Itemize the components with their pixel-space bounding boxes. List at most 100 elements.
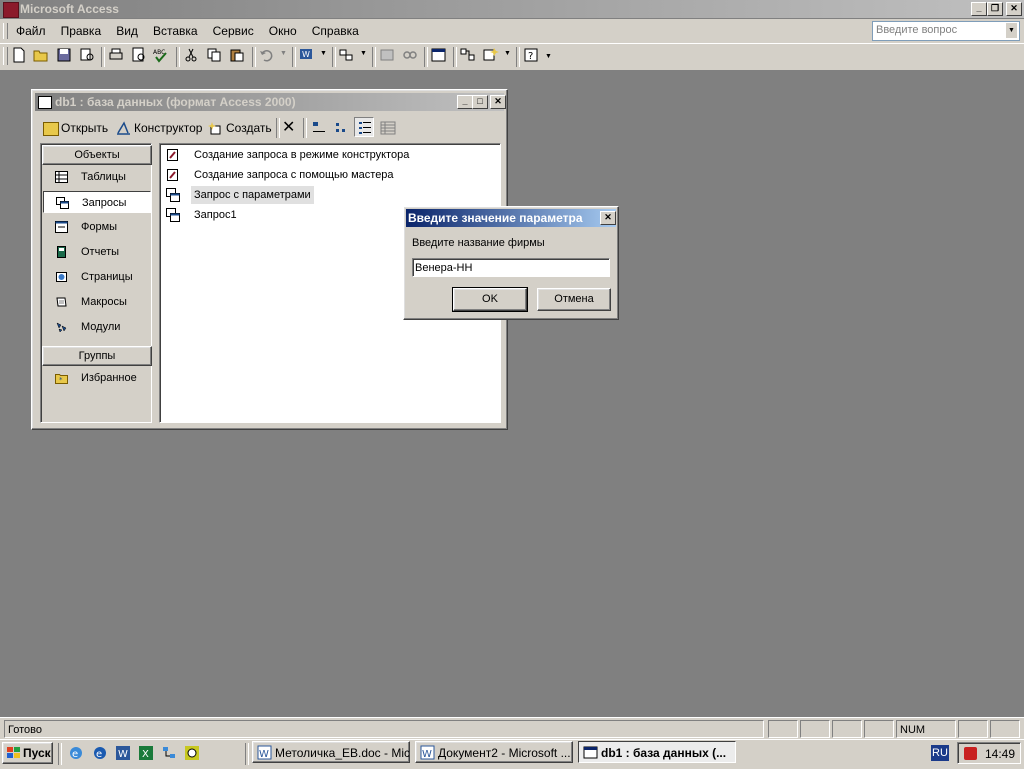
office-links-dropdown-icon[interactable]: ▼ xyxy=(320,50,327,57)
groups-header[interactable]: Группы xyxy=(42,346,152,366)
svg-text:W: W xyxy=(259,749,269,760)
object-queries[interactable]: Запросы xyxy=(43,191,151,213)
list-view-icon xyxy=(359,122,371,134)
open-folder-icon[interactable] xyxy=(32,46,50,64)
object-queries-label: Запросы xyxy=(82,197,127,209)
svg-text:*: * xyxy=(59,376,63,384)
code-icon[interactable] xyxy=(378,46,396,64)
paste-icon[interactable] xyxy=(228,46,246,64)
object-forms[interactable]: Формы xyxy=(43,216,151,238)
db-maximize-button[interactable]: □ xyxy=(472,95,488,109)
taskbar-task-word-doc[interactable]: W Метоличка_ЕВ.doc - Mic... xyxy=(252,741,410,763)
menu-tools[interactable]: Сервис xyxy=(207,21,260,41)
cut-icon[interactable] xyxy=(182,46,200,64)
list-view-button[interactable] xyxy=(354,117,374,137)
properties-icon[interactable] xyxy=(430,46,448,64)
clock: 14:49 xyxy=(985,747,1016,761)
taskbar-task-word-doc2[interactable]: W Документ2 - Microsoft ... xyxy=(415,741,573,763)
taskbar-task-label: db1 : база данных (... xyxy=(601,746,727,760)
search-file-icon[interactable] xyxy=(78,46,96,64)
undo-dropdown-icon[interactable]: ▼ xyxy=(280,50,287,57)
favorites-folder-icon: * xyxy=(55,374,68,384)
status-cell-3 xyxy=(832,720,862,738)
create-icon xyxy=(208,122,221,135)
object-tables[interactable]: Таблицы xyxy=(43,166,151,188)
menu-help[interactable]: Справка xyxy=(306,21,365,41)
quick-launch-ie-icon[interactable]: e xyxy=(68,745,84,761)
svg-text:W: W xyxy=(302,50,310,59)
status-cell-2 xyxy=(800,720,830,738)
db-minimize-button[interactable]: _ xyxy=(457,95,473,109)
large-icons-view-icon[interactable] xyxy=(311,120,327,136)
taskbar-task-access-db[interactable]: db1 : база данных (... xyxy=(578,741,736,763)
menu-edit[interactable]: Правка xyxy=(55,21,108,41)
analyze-dropdown-icon[interactable]: ▼ xyxy=(360,50,367,57)
design-icon xyxy=(117,121,130,135)
copy-icon[interactable] xyxy=(205,46,223,64)
save-icon[interactable] xyxy=(55,46,73,64)
relationships-window-icon[interactable] xyxy=(459,46,477,64)
print-preview-icon[interactable] xyxy=(130,46,148,64)
menu-bar: Файл Правка Вид Вставка Сервис Окно Спра… xyxy=(0,19,1024,44)
help-question-placeholder: Введите вопрос xyxy=(876,24,958,36)
small-icons-view-icon[interactable] xyxy=(334,120,350,136)
open-icon xyxy=(43,122,59,136)
object-reports[interactable]: Отчеты xyxy=(43,241,151,263)
cancel-button[interactable]: Отмена xyxy=(537,288,611,311)
app-close-button[interactable]: ✕ xyxy=(1006,2,1022,16)
analyze-icon[interactable] xyxy=(338,46,356,64)
word-doc-icon: W xyxy=(420,745,435,760)
status-cell-4 xyxy=(864,720,894,738)
ok-button[interactable]: OK xyxy=(452,287,528,312)
start-button[interactable]: Пуск xyxy=(2,742,53,764)
db-design-button[interactable]: Конструктор xyxy=(116,118,202,138)
menu-file[interactable]: Файл xyxy=(10,21,52,41)
object-reports-label: Отчеты xyxy=(81,246,120,258)
object-macros[interactable]: Макросы xyxy=(43,291,151,313)
help-question-box[interactable]: Введите вопрос ▼ xyxy=(872,21,1020,41)
new-object-icon[interactable] xyxy=(482,46,500,64)
menu-view[interactable]: Вид xyxy=(110,21,144,41)
new-file-icon[interactable] xyxy=(10,46,28,64)
app-restore-button[interactable]: ❐ xyxy=(987,2,1003,16)
tray-app-icon[interactable] xyxy=(964,747,977,760)
help-icon[interactable]: ? xyxy=(522,46,540,64)
language-indicator[interactable]: RU xyxy=(931,745,949,761)
group-favorites-label: Избранное xyxy=(81,372,137,384)
db-open-label: Открыть xyxy=(61,121,109,135)
quick-launch-word-icon[interactable]: W xyxy=(115,745,131,761)
quick-launch-network-icon[interactable] xyxy=(161,745,177,761)
object-modules[interactable]: Модули xyxy=(43,316,151,338)
quick-launch-excel-icon[interactable]: X xyxy=(138,745,154,761)
new-object-dropdown-icon[interactable]: ▼ xyxy=(504,50,511,57)
db-create-button[interactable]: Создать xyxy=(208,118,272,138)
parameter-input[interactable] xyxy=(412,258,610,277)
objects-header[interactable]: Объекты xyxy=(42,145,152,165)
quick-launch-outlook-icon[interactable]: e xyxy=(92,745,108,761)
spelling-icon[interactable]: ABC xyxy=(152,46,170,64)
toolbar-options-icon[interactable]: ▼ xyxy=(545,53,552,60)
menu-window[interactable]: Окно xyxy=(263,21,303,41)
db-open-button[interactable]: Открыть xyxy=(43,118,108,138)
object-tables-label: Таблицы xyxy=(81,171,126,183)
svg-text:?: ? xyxy=(528,51,533,62)
menu-insert[interactable]: Вставка xyxy=(147,21,204,41)
object-pages[interactable]: Страницы xyxy=(43,266,151,288)
relationships-icon[interactable] xyxy=(401,46,419,64)
app-titlebar: Microsoft Access _ ❐ ✕ xyxy=(0,0,1024,18)
delete-icon[interactable]: ✕ xyxy=(282,117,295,137)
groups-header-label: Группы xyxy=(78,350,116,362)
windows-logo-icon xyxy=(7,747,20,758)
office-links-icon[interactable]: W xyxy=(298,46,316,64)
details-view-icon[interactable] xyxy=(380,120,396,136)
quick-launch-clock-icon[interactable] xyxy=(184,745,200,761)
wizard-shortcut-icon xyxy=(167,149,178,161)
dialog-close-button[interactable]: ✕ xyxy=(600,211,616,225)
undo-icon[interactable] xyxy=(258,46,276,64)
db-close-button[interactable]: ✕ xyxy=(490,95,506,109)
status-text: Готово xyxy=(4,720,764,738)
group-favorites[interactable]: * Избранное xyxy=(43,367,151,389)
app-minimize-button[interactable]: _ xyxy=(971,2,987,16)
print-icon[interactable] xyxy=(107,46,125,64)
help-dropdown-icon[interactable]: ▼ xyxy=(1006,23,1017,38)
